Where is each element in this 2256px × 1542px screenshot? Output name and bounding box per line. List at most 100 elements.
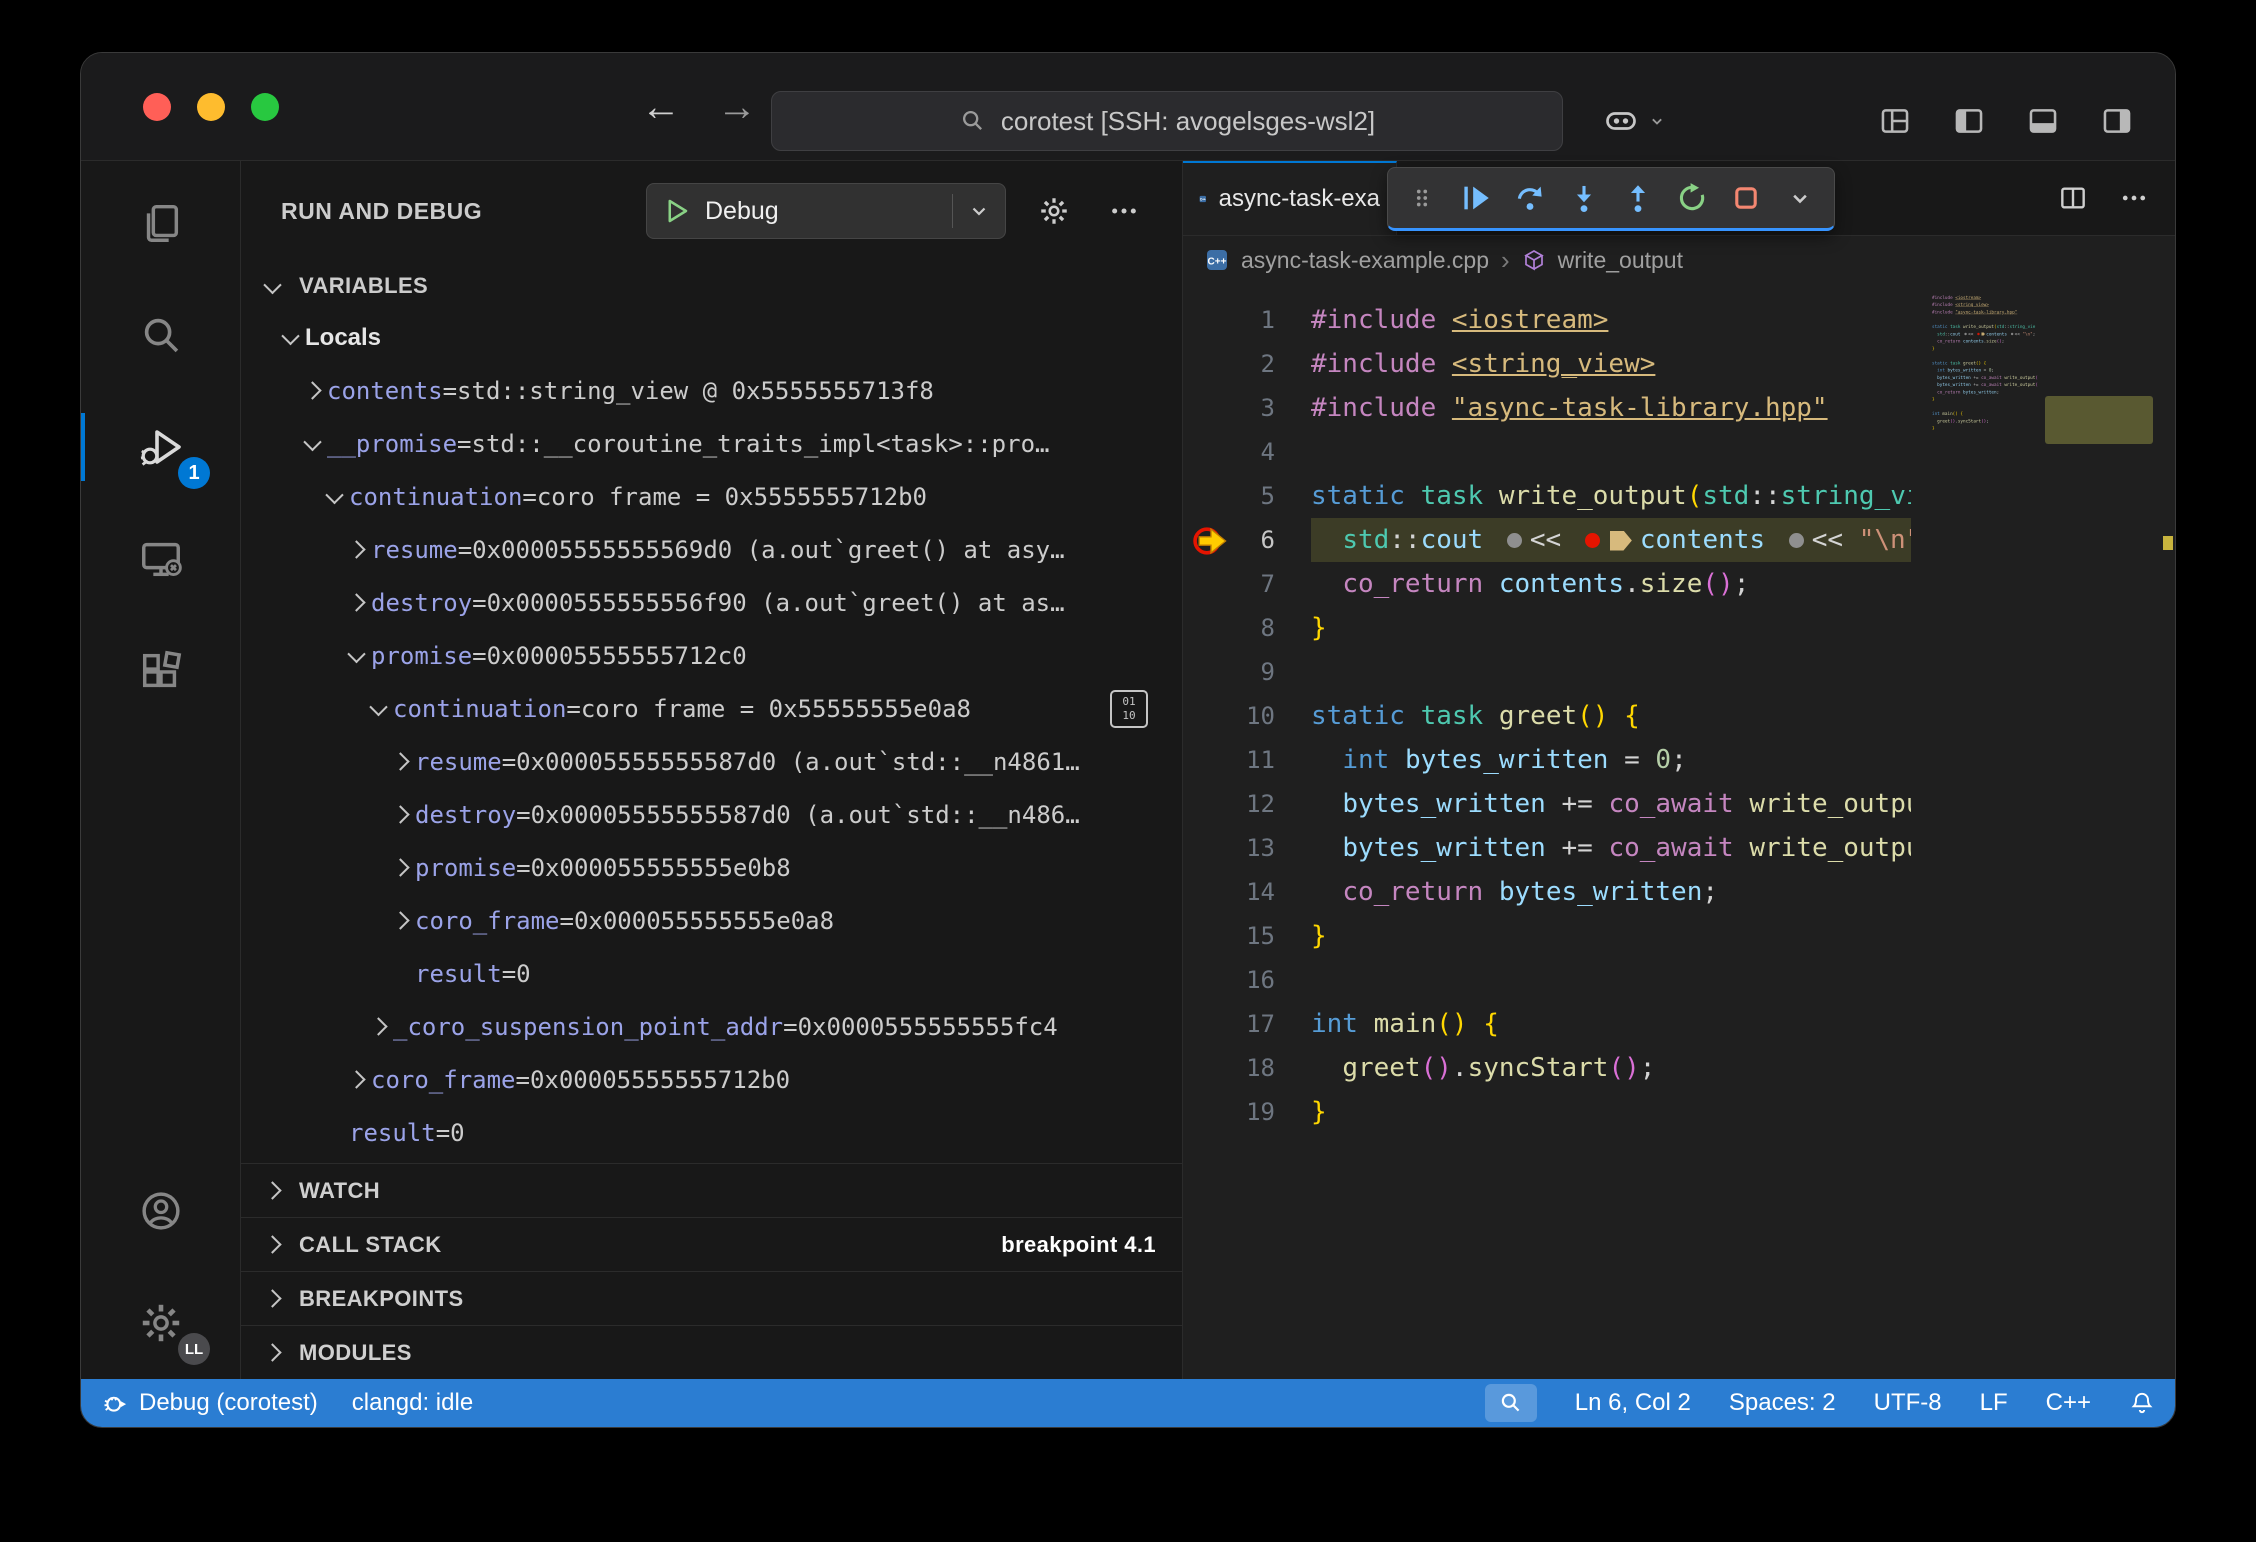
- minimap[interactable]: #include <iostream>#include <string_view…: [1932, 294, 2044, 494]
- maximize-button[interactable]: [251, 93, 279, 121]
- stop-button[interactable]: [1722, 174, 1770, 222]
- accounts-button[interactable]: [81, 1155, 240, 1267]
- encoding-item[interactable]: UTF-8: [1874, 1389, 1942, 1417]
- variables-section-header[interactable]: VARIABLES: [241, 261, 1182, 311]
- sidebar-item-explorer[interactable]: [81, 167, 240, 279]
- logpoint-tag-icon[interactable]: [1610, 531, 1632, 551]
- toggle-secondary-sidebar-icon[interactable]: [2099, 103, 2135, 139]
- logpoint-tag-icon[interactable]: [1981, 332, 1985, 335]
- variable-row[interactable]: resume = 0x00005555555569d0 (a.out`greet…: [241, 523, 1182, 576]
- view-binary-icon[interactable]: 0110: [1110, 690, 1148, 728]
- line-number[interactable]: 18: [1183, 1046, 1311, 1090]
- line-number[interactable]: 11: [1183, 738, 1311, 782]
- variable-row[interactable]: contents = std::string_view @ 0x55555557…: [241, 364, 1182, 417]
- back-icon[interactable]: ←: [641, 87, 681, 127]
- variable-row[interactable]: destroy = 0x0000555555556f90 (a.out`gree…: [241, 576, 1182, 629]
- cursor-position-item[interactable]: Ln 6, Col 2: [1575, 1389, 1691, 1417]
- chevron-right-icon[interactable]: [363, 1020, 393, 1033]
- more-actions-icon[interactable]: [1102, 189, 1146, 233]
- notifications-bell[interactable]: [2129, 1390, 2155, 1416]
- chevron-right-icon[interactable]: [385, 755, 415, 768]
- chevron-down-icon[interactable]: [297, 437, 327, 450]
- toggle-panel-icon[interactable]: [2025, 103, 2061, 139]
- clangd-status-item[interactable]: clangd: idle: [352, 1389, 473, 1417]
- line-number[interactable]: 9: [1183, 650, 1311, 694]
- toolbar-drag-handle[interactable]: [1398, 174, 1446, 222]
- chevron-down-icon[interactable]: [319, 490, 349, 503]
- line-number[interactable]: 16: [1183, 958, 1311, 1002]
- chevron-down-icon[interactable]: [363, 702, 393, 715]
- chevron-down-icon[interactable]: [341, 649, 371, 662]
- call-stack-section-header[interactable]: CALL STACK breakpoint 4.1: [241, 1217, 1182, 1271]
- variable-row[interactable]: result = 0: [241, 947, 1182, 1000]
- step-out-button[interactable]: [1614, 174, 1662, 222]
- inline-breakpoint-candidate-icon[interactable]: [2011, 333, 2013, 335]
- indentation-item[interactable]: Spaces: 2: [1729, 1389, 1836, 1417]
- chevron-right-icon[interactable]: [385, 914, 415, 927]
- scope-row[interactable]: Locals: [241, 311, 1182, 364]
- split-editor-icon[interactable]: [2057, 182, 2089, 214]
- inline-breakpoint-candidate-icon[interactable]: [1964, 333, 1966, 335]
- line-number[interactable]: 14: [1183, 870, 1311, 914]
- variable-row[interactable]: promise = 0x000055555555e0b8: [241, 841, 1182, 894]
- inline-breakpoint-icon[interactable]: [1977, 333, 1979, 335]
- inline-breakpoint-candidate-icon[interactable]: [1789, 533, 1804, 548]
- minimize-button[interactable]: [197, 93, 225, 121]
- sidebar-item-extensions[interactable]: [81, 615, 240, 727]
- step-over-button[interactable]: [1506, 174, 1554, 222]
- debug-status-item[interactable]: Debug (corotest): [101, 1389, 318, 1417]
- sidebar-item-search[interactable]: [81, 279, 240, 391]
- chevron-down-icon[interactable]: [967, 199, 991, 223]
- variable-row[interactable]: coro_frame = 0x000055555555e0a8: [241, 894, 1182, 947]
- toggle-primary-sidebar-icon[interactable]: [1951, 103, 1987, 139]
- chevron-right-icon[interactable]: [385, 808, 415, 821]
- breadcrumb-item-symbol[interactable]: write_output: [1558, 247, 1683, 274]
- tab-async-task-example[interactable]: C++ async-task-exa: [1183, 161, 1397, 235]
- start-debug-icon[interactable]: [661, 196, 691, 226]
- watch-section-header[interactable]: WATCH: [241, 1163, 1182, 1217]
- code-editor[interactable]: 1#include <iostream>2#include <string_vi…: [1183, 284, 2175, 1379]
- variable-row[interactable]: destroy = 0x00005555555587d0 (a.out`std:…: [241, 788, 1182, 841]
- sidebar-item-run-and-debug[interactable]: 1: [81, 391, 240, 503]
- debug-configuration-dropdown[interactable]: Debug: [646, 183, 1006, 239]
- inline-breakpoint-candidate-icon[interactable]: [1507, 533, 1522, 548]
- breadcrumb-item-file[interactable]: async-task-example.cpp: [1241, 247, 1489, 274]
- variable-row[interactable]: resume = 0x00005555555587d0 (a.out`std::…: [241, 735, 1182, 788]
- chevron-down-icon[interactable]: [275, 331, 305, 344]
- copilot-menu[interactable]: [1603, 103, 1667, 139]
- line-number[interactable]: 2: [1183, 342, 1311, 386]
- line-number[interactable]: 8: [1183, 606, 1311, 650]
- chevron-right-icon[interactable]: [341, 543, 371, 556]
- debug-settings-gear-icon[interactable]: [1032, 189, 1076, 233]
- language-mode-item[interactable]: C++: [2046, 1389, 2091, 1417]
- line-number[interactable]: 15: [1183, 914, 1311, 958]
- line-number[interactable]: 5: [1183, 474, 1311, 518]
- zoom-indicator[interactable]: [1485, 1384, 1537, 1422]
- restart-button[interactable]: [1668, 174, 1716, 222]
- variable-row[interactable]: continuation = coro frame = 0x5555555712…: [241, 470, 1182, 523]
- breakpoints-section-header[interactable]: BREAKPOINTS: [241, 1271, 1182, 1325]
- continue-button[interactable]: [1452, 174, 1500, 222]
- step-into-button[interactable]: [1560, 174, 1608, 222]
- close-button[interactable]: [143, 93, 171, 121]
- eol-item[interactable]: LF: [1980, 1389, 2008, 1417]
- line-number[interactable]: 10: [1183, 694, 1311, 738]
- variable-row[interactable]: coro_frame = 0x00005555555712b0: [241, 1053, 1182, 1106]
- inline-breakpoint-icon[interactable]: [1585, 533, 1600, 548]
- chevron-right-icon[interactable]: [341, 1073, 371, 1086]
- line-number[interactable]: 17: [1183, 1002, 1311, 1046]
- line-number[interactable]: 3: [1183, 386, 1311, 430]
- sidebar-item-remote-explorer[interactable]: [81, 503, 240, 615]
- chevron-right-icon[interactable]: [297, 384, 327, 397]
- chevron-right-icon[interactable]: [385, 861, 415, 874]
- line-number[interactable]: 4: [1183, 430, 1311, 474]
- line-number[interactable]: 12: [1183, 782, 1311, 826]
- chevron-right-icon[interactable]: [341, 596, 371, 609]
- command-center[interactable]: corotest [SSH: avogelsges-wsl2]: [771, 91, 1563, 151]
- variable-row[interactable]: continuation = coro frame = 0x55555555e0…: [241, 682, 1182, 735]
- line-number[interactable]: 13: [1183, 826, 1311, 870]
- more-actions-icon[interactable]: [2119, 183, 2149, 213]
- modules-section-header[interactable]: MODULES: [241, 1325, 1182, 1379]
- line-number[interactable]: 1: [1183, 298, 1311, 342]
- variable-row[interactable]: _coro_suspension_point_addr = 0x00005555…: [241, 1000, 1182, 1053]
